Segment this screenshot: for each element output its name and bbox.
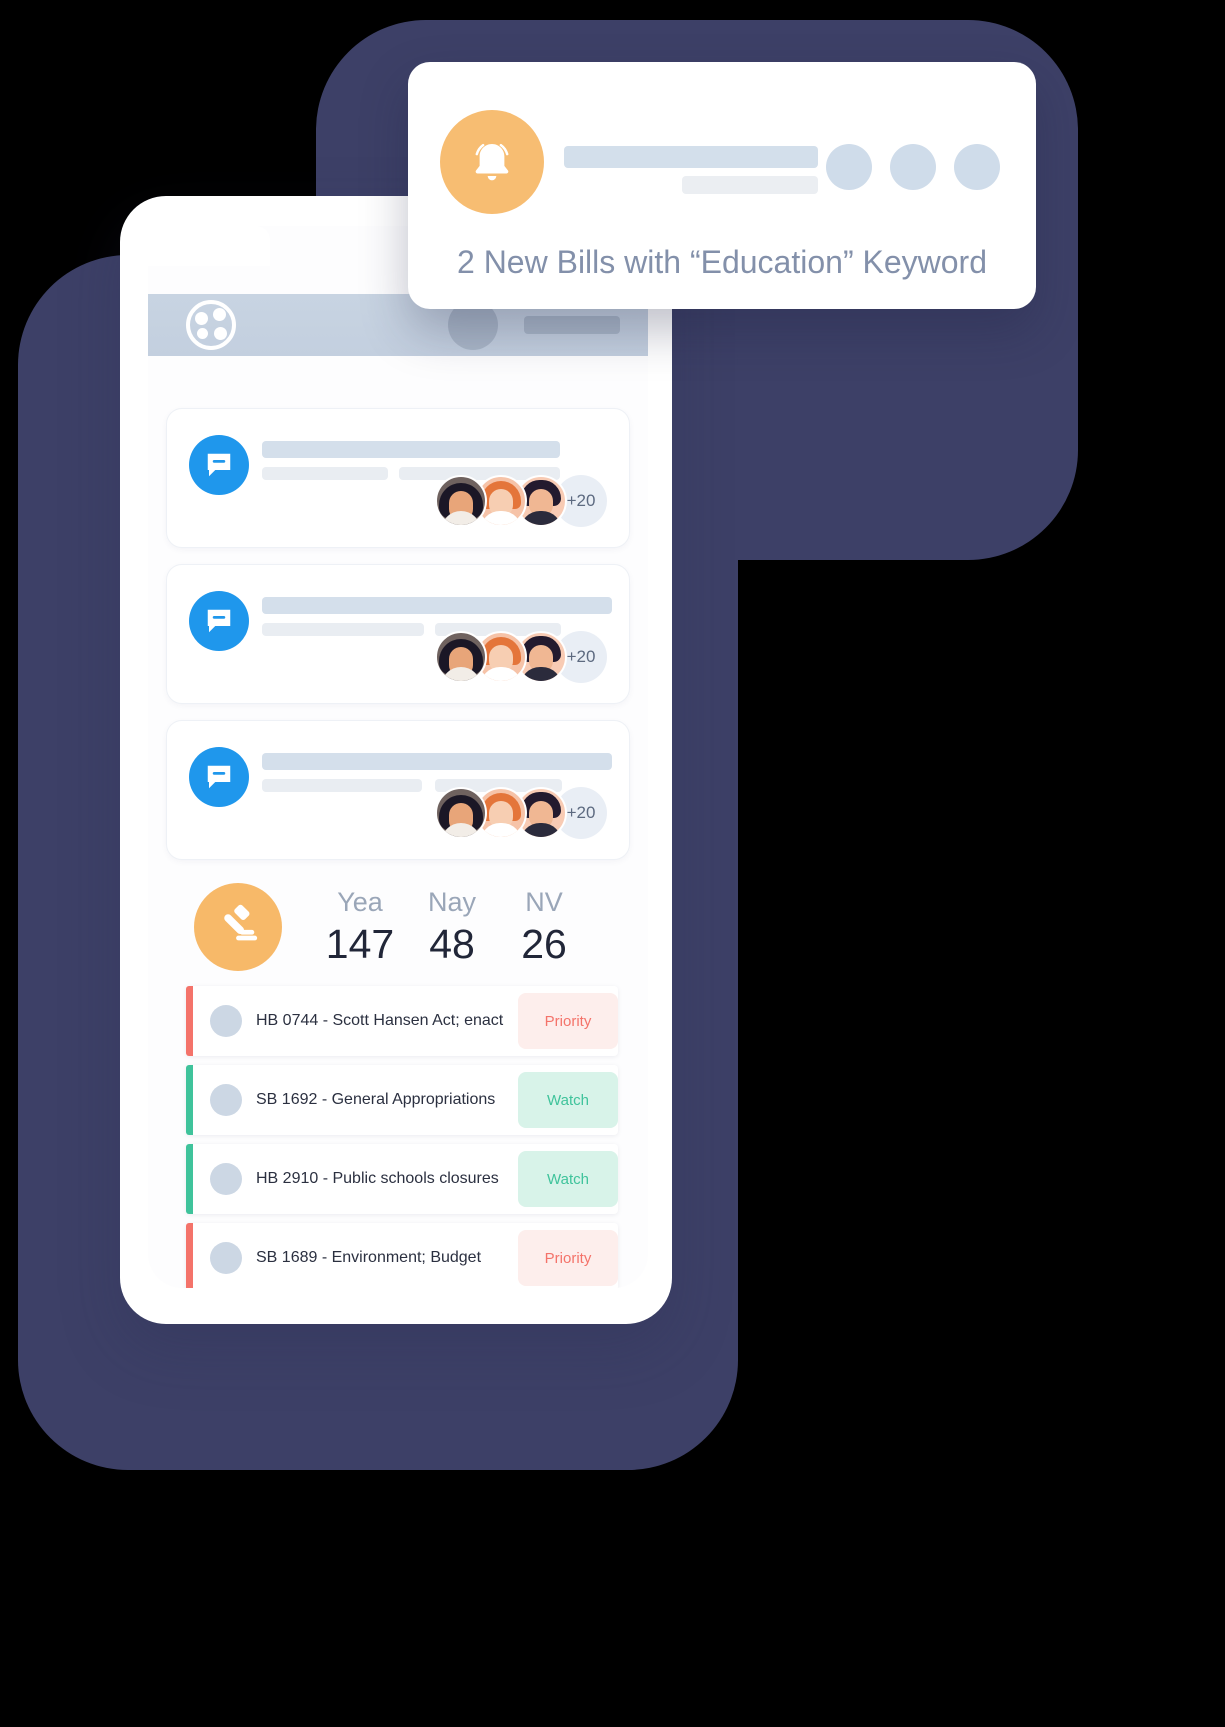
bill-title: HB 2910 - Public schools closures	[256, 1170, 499, 1187]
screenshot-stage: +20 +20 +20 Yea 147 Nay 48 NV 26 HB 0744…	[0, 0, 1225, 1727]
vote-stats: Yea 147 Nay 48 NV 26	[314, 886, 590, 968]
participant-avatars[interactable]: +20	[435, 631, 607, 683]
bell-icon	[440, 110, 544, 214]
action-dot[interactable]	[890, 144, 936, 190]
status-badge[interactable]: Priority	[518, 1230, 618, 1286]
bill-avatar	[210, 1005, 242, 1037]
chat-bubble-icon	[189, 435, 249, 495]
bill-title: HB 0744 - Scott Hansen Act; enact	[256, 1012, 504, 1029]
placeholder-line	[262, 467, 388, 480]
bill-list: HB 0744 - Scott Hansen Act; enact Priori…	[186, 986, 618, 1288]
bill-row[interactable]: HB 2910 - Public schools closures Watch	[186, 1144, 618, 1214]
action-dot[interactable]	[954, 144, 1000, 190]
bill-status-accent	[186, 1223, 193, 1288]
message-card[interactable]: +20	[166, 408, 630, 548]
placeholder-line	[262, 779, 422, 792]
vote-label: Nay	[427, 886, 476, 917]
bill-status-accent	[186, 1065, 193, 1135]
message-card[interactable]: +20	[166, 564, 630, 704]
placeholder-line	[262, 441, 560, 458]
bill-row[interactable]: SB 1689 - Environment; Budget Priority	[186, 1223, 618, 1288]
action-dot[interactable]	[826, 144, 872, 190]
chat-bubble-icon	[189, 747, 249, 807]
vote-label: NV	[525, 886, 563, 917]
status-badge[interactable]: Watch	[518, 1151, 618, 1207]
message-card[interactable]: +20	[166, 720, 630, 860]
placeholder-line	[262, 597, 612, 614]
status-badge[interactable]: Priority	[518, 993, 618, 1049]
status-badge[interactable]: Watch	[518, 1072, 618, 1128]
placeholder-line	[262, 753, 612, 770]
avatar	[435, 475, 487, 527]
vote-summary: Yea 147 Nay 48 NV 26	[194, 878, 614, 976]
vote-stat-nv: NV 26	[498, 886, 590, 968]
header-placeholder-bar	[524, 316, 620, 334]
phone-notch	[148, 226, 270, 266]
bill-title: SB 1692 - General Appropriations	[256, 1091, 496, 1108]
vote-value: 48	[429, 920, 475, 967]
notification-card[interactable]: 2 New Bills with “Education” Keyword	[408, 62, 1036, 309]
notification-header	[408, 62, 1036, 242]
bill-status-accent	[186, 1144, 193, 1214]
app-logo-icon	[186, 300, 236, 350]
gavel-icon	[194, 883, 282, 971]
bill-avatar	[210, 1084, 242, 1116]
placeholder-line	[682, 176, 818, 194]
avatar	[435, 787, 487, 839]
vote-value: 26	[521, 920, 567, 967]
phone-screen: +20 +20 +20 Yea 147 Nay 48 NV 26 HB 0744…	[148, 226, 648, 1288]
bill-avatar	[210, 1242, 242, 1274]
bill-row[interactable]: SB 1692 - General Appropriations Watch	[186, 1065, 618, 1135]
participant-avatars[interactable]: +20	[435, 787, 607, 839]
vote-stat-nay: Nay 48	[406, 886, 498, 968]
bill-title: SB 1689 - Environment; Budget	[256, 1249, 482, 1266]
chat-bubble-icon	[189, 591, 249, 651]
bill-avatar	[210, 1163, 242, 1195]
notification-message: 2 New Bills with “Education” Keyword	[457, 244, 987, 280]
avatar	[435, 631, 487, 683]
vote-label: Yea	[337, 886, 383, 917]
placeholder-line	[262, 623, 424, 636]
placeholder-line	[564, 146, 818, 168]
notification-action-dots[interactable]	[826, 144, 1000, 190]
bill-row[interactable]: HB 0744 - Scott Hansen Act; enact Priori…	[186, 986, 618, 1056]
participant-avatars[interactable]: +20	[435, 475, 607, 527]
bill-status-accent	[186, 986, 193, 1056]
vote-stat-yea: Yea 147	[314, 886, 406, 968]
vote-value: 147	[325, 920, 395, 967]
